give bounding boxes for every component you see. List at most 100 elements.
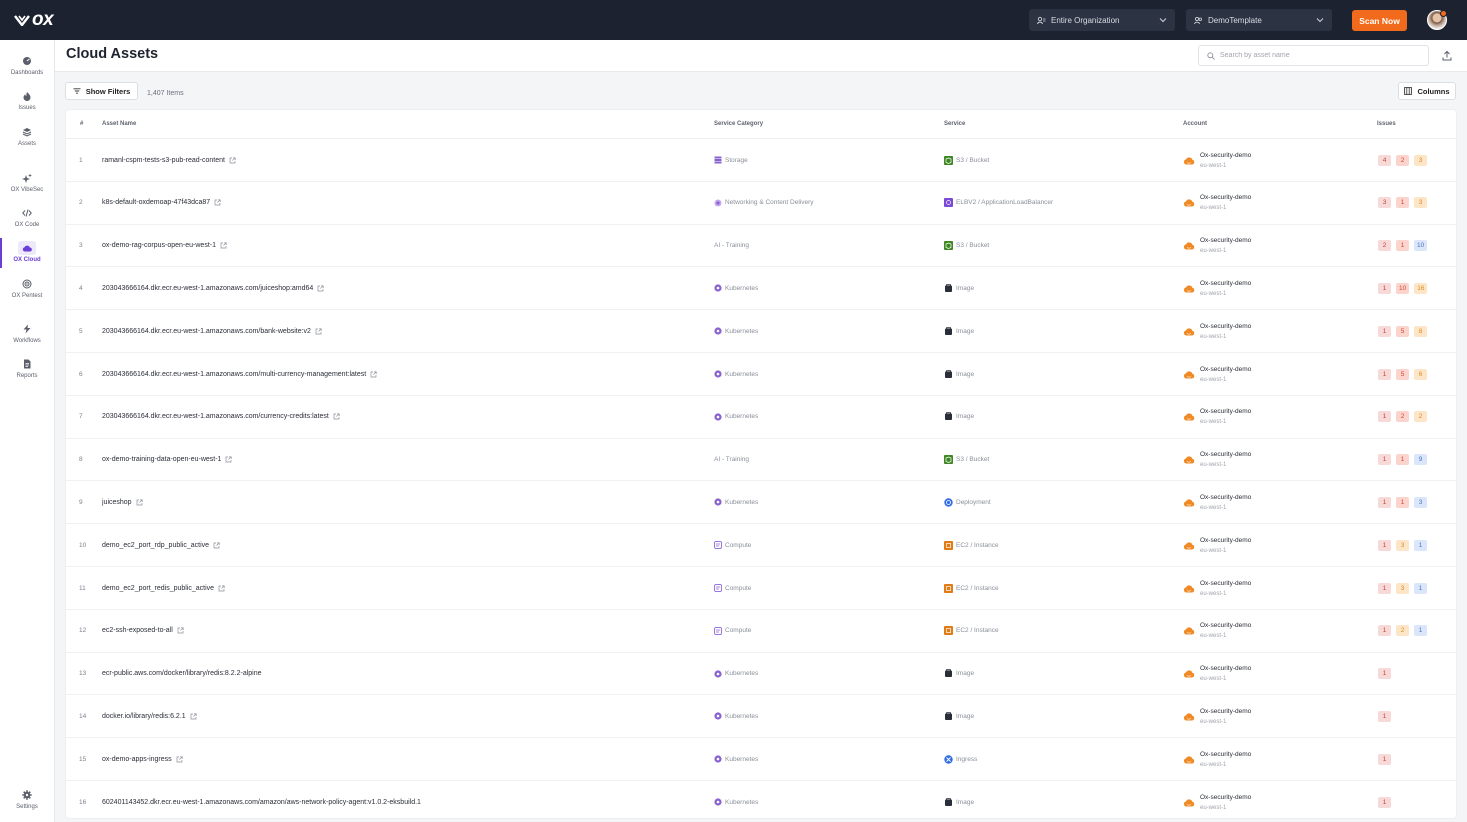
asset-name-link[interactable]: ox-demo-rag-corpus-open-eu-west-1 bbox=[102, 242, 216, 249]
table-row[interactable]: 12 ec2-ssh-exposed-to-all Compute EC2 / Ins… bbox=[66, 610, 1456, 653]
external-link-icon[interactable] bbox=[176, 756, 183, 763]
sidebar-item-reports[interactable]: Reports bbox=[0, 359, 54, 389]
asset-name-link[interactable]: ox-demo-apps-ingress bbox=[102, 756, 172, 763]
scan-now-button[interactable]: Scan Now bbox=[1352, 10, 1407, 31]
critical-issues-badge[interactable]: 1 bbox=[1378, 368, 1391, 380]
asset-name-link[interactable]: 203043666164.dkr.ecr.eu-west-1.amazonaws… bbox=[102, 371, 366, 378]
critical-issues-badge[interactable]: 1 bbox=[1378, 282, 1391, 294]
sidebar-item-assets[interactable]: Assets bbox=[0, 127, 54, 157]
medium-issues-badge[interactable]: 16 bbox=[1414, 282, 1428, 294]
table-row[interactable]: 8 ox-demo-training-data-open-eu-west-1 AI … bbox=[66, 439, 1456, 482]
external-link-icon[interactable] bbox=[333, 413, 340, 420]
low-issues-badge[interactable]: 3 bbox=[1414, 496, 1427, 508]
sidebar-item-issues[interactable]: Issues bbox=[0, 91, 54, 121]
column-header-account[interactable]: Account bbox=[1183, 121, 1207, 127]
column-header-number[interactable]: # bbox=[80, 121, 83, 127]
asset-name-link[interactable]: juiceshop bbox=[102, 499, 132, 506]
asset-name-link[interactable]: 602401143452.dkr.ecr.eu-west-1.amazonaws… bbox=[102, 799, 421, 806]
table-row[interactable]: 2 k8s-default-oxdemoap-47f43dca87 Networki… bbox=[66, 182, 1456, 225]
external-link-icon[interactable] bbox=[214, 199, 221, 206]
external-link-icon[interactable] bbox=[225, 456, 233, 463]
export-icon[interactable] bbox=[1441, 50, 1453, 62]
low-issues-badge[interactable]: 10 bbox=[1414, 240, 1428, 252]
asset-name-link[interactable]: demo_ec2_port_redis_public_active bbox=[102, 585, 214, 592]
critical-issues-badge[interactable]: 1 bbox=[1378, 496, 1391, 508]
high-issues-badge[interactable]: 1 bbox=[1396, 240, 1409, 252]
external-link-icon[interactable] bbox=[190, 713, 197, 720]
sidebar-item-ox-pentest[interactable]: OX Pentest bbox=[0, 279, 54, 309]
critical-issues-badge[interactable]: 1 bbox=[1378, 411, 1391, 423]
table-row[interactable]: 6 203043666164.dkr.ecr.eu-west-1.amazonaw… bbox=[66, 353, 1456, 396]
high-issues-badge[interactable]: 10 bbox=[1396, 282, 1410, 294]
high-issues-badge[interactable]: 1 bbox=[1396, 496, 1409, 508]
sidebar-item-workflows[interactable]: Workflows bbox=[0, 324, 54, 354]
sidebar-item-ox-cloud[interactable]: OX Cloud bbox=[0, 241, 54, 271]
external-link-icon[interactable] bbox=[177, 627, 184, 634]
table-row[interactable]: 5 203043666164.dkr.ecr.eu-west-1.amazonaw… bbox=[66, 310, 1456, 353]
show-filters-button[interactable]: Show Filters bbox=[65, 82, 138, 100]
external-link-icon[interactable] bbox=[220, 242, 227, 249]
sidebar-item-ox-code[interactable]: OX Code bbox=[0, 208, 54, 238]
column-header-service[interactable]: Service bbox=[944, 121, 965, 127]
table-row[interactable]: 16 602401143452.dkr.ecr.eu-west-1.amazona… bbox=[66, 781, 1456, 818]
high-issues-badge[interactable]: 1 bbox=[1396, 197, 1409, 209]
search-box[interactable] bbox=[1198, 45, 1429, 66]
critical-issues-badge[interactable]: 1 bbox=[1378, 582, 1391, 594]
asset-name-link[interactable]: 203043666164.dkr.ecr.eu-west-1.amazonaws… bbox=[102, 285, 313, 292]
table-row[interactable]: 13 ecr-public.aws.com/docker/library/redi… bbox=[66, 653, 1456, 696]
table-row[interactable]: 4 203043666164.dkr.ecr.eu-west-1.amazonaw… bbox=[66, 267, 1456, 311]
low-issues-badge[interactable]: 1 bbox=[1414, 625, 1427, 637]
external-link-icon[interactable] bbox=[370, 370, 377, 378]
high-issues-badge[interactable]: 5 bbox=[1396, 325, 1409, 337]
external-link-icon[interactable] bbox=[218, 584, 225, 592]
low-issues-badge[interactable]: 1 bbox=[1414, 582, 1427, 594]
table-row[interactable]: 15 ox-demo-apps-ingress Kubernetes Ingress O… bbox=[66, 738, 1456, 781]
critical-issues-badge[interactable]: 1 bbox=[1378, 796, 1391, 808]
high-issues-badge[interactable]: 2 bbox=[1396, 154, 1409, 166]
sidebar-item-settings[interactable]: Settings bbox=[0, 790, 54, 820]
external-link-icon[interactable] bbox=[213, 542, 220, 549]
medium-issues-badge[interactable]: 8 bbox=[1414, 325, 1427, 337]
external-link-icon[interactable] bbox=[315, 328, 322, 335]
asset-name-link[interactable]: docker.io/library/redis:6.2.1 bbox=[102, 713, 186, 720]
critical-issues-badge[interactable]: 1 bbox=[1378, 539, 1391, 551]
table-row[interactable]: 10 demo_ec2_port_rdp_public_active Compute… bbox=[66, 524, 1456, 567]
critical-issues-badge[interactable]: 1 bbox=[1378, 753, 1391, 765]
critical-issues-badge[interactable]: 1 bbox=[1378, 625, 1391, 637]
high-issues-badge[interactable]: 1 bbox=[1396, 454, 1409, 466]
table-row[interactable]: 11 demo_ec2_port_redis_public_active Compu… bbox=[66, 567, 1456, 610]
asset-name-link[interactable]: 203043666164.dkr.ecr.eu-west-1.amazonaws… bbox=[102, 328, 311, 335]
table-row[interactable]: 7 203043666164.dkr.ecr.eu-west-1.amazonaw… bbox=[66, 396, 1456, 439]
column-header-issues[interactable]: Issues bbox=[1377, 121, 1396, 127]
search-input[interactable] bbox=[1220, 52, 1420, 59]
critical-issues-badge[interactable]: 4 bbox=[1378, 154, 1391, 166]
medium-issues-badge[interactable]: 6 bbox=[1414, 368, 1427, 380]
asset-name-link[interactable]: k8s-default-oxdemoap-47f43dca87 bbox=[102, 199, 210, 206]
columns-button[interactable]: Columns bbox=[1398, 82, 1456, 100]
ox-logo[interactable]: ox bbox=[14, 9, 54, 30]
medium-issues-badge[interactable]: 2 bbox=[1396, 625, 1409, 637]
critical-issues-badge[interactable]: 2 bbox=[1378, 240, 1391, 252]
sidebar-item-ox-vibesec[interactable]: OX VibeSec bbox=[0, 173, 54, 203]
critical-issues-badge[interactable]: 1 bbox=[1378, 325, 1391, 337]
critical-issues-badge[interactable]: 1 bbox=[1378, 668, 1391, 680]
low-issues-badge[interactable]: 1 bbox=[1414, 539, 1427, 551]
table-row[interactable]: 3 ox-demo-rag-corpus-open-eu-west-1 AI - T… bbox=[66, 225, 1456, 268]
external-link-icon[interactable] bbox=[136, 499, 143, 506]
critical-issues-badge[interactable]: 1 bbox=[1378, 710, 1391, 722]
medium-issues-badge[interactable]: 3 bbox=[1396, 539, 1409, 551]
medium-issues-badge[interactable]: 2 bbox=[1414, 411, 1427, 423]
high-issues-badge[interactable]: 5 bbox=[1396, 368, 1409, 380]
high-issues-badge[interactable]: 2 bbox=[1396, 411, 1409, 423]
asset-name-link[interactable]: demo_ec2_port_rdp_public_active bbox=[102, 542, 209, 549]
asset-name-link[interactable]: ec2-ssh-exposed-to-all bbox=[102, 627, 173, 634]
asset-name-link[interactable]: ox-demo-training-data-open-eu-west-1 bbox=[102, 456, 221, 463]
table-row[interactable]: 9 juiceshop Kubernetes Deployment Ox-securit… bbox=[66, 481, 1456, 525]
external-link-icon[interactable] bbox=[229, 156, 236, 164]
organization-selector[interactable]: Entire Organization bbox=[1029, 9, 1175, 31]
column-header-service-category[interactable]: Service Category bbox=[714, 121, 763, 127]
critical-issues-badge[interactable]: 3 bbox=[1378, 197, 1391, 209]
template-selector[interactable]: DemoTemplate bbox=[1186, 9, 1332, 31]
low-issues-badge[interactable]: 9 bbox=[1414, 454, 1427, 466]
table-row[interactable]: 1 ramanl-cspm-tests-s3-pub-read-content St… bbox=[66, 139, 1456, 182]
